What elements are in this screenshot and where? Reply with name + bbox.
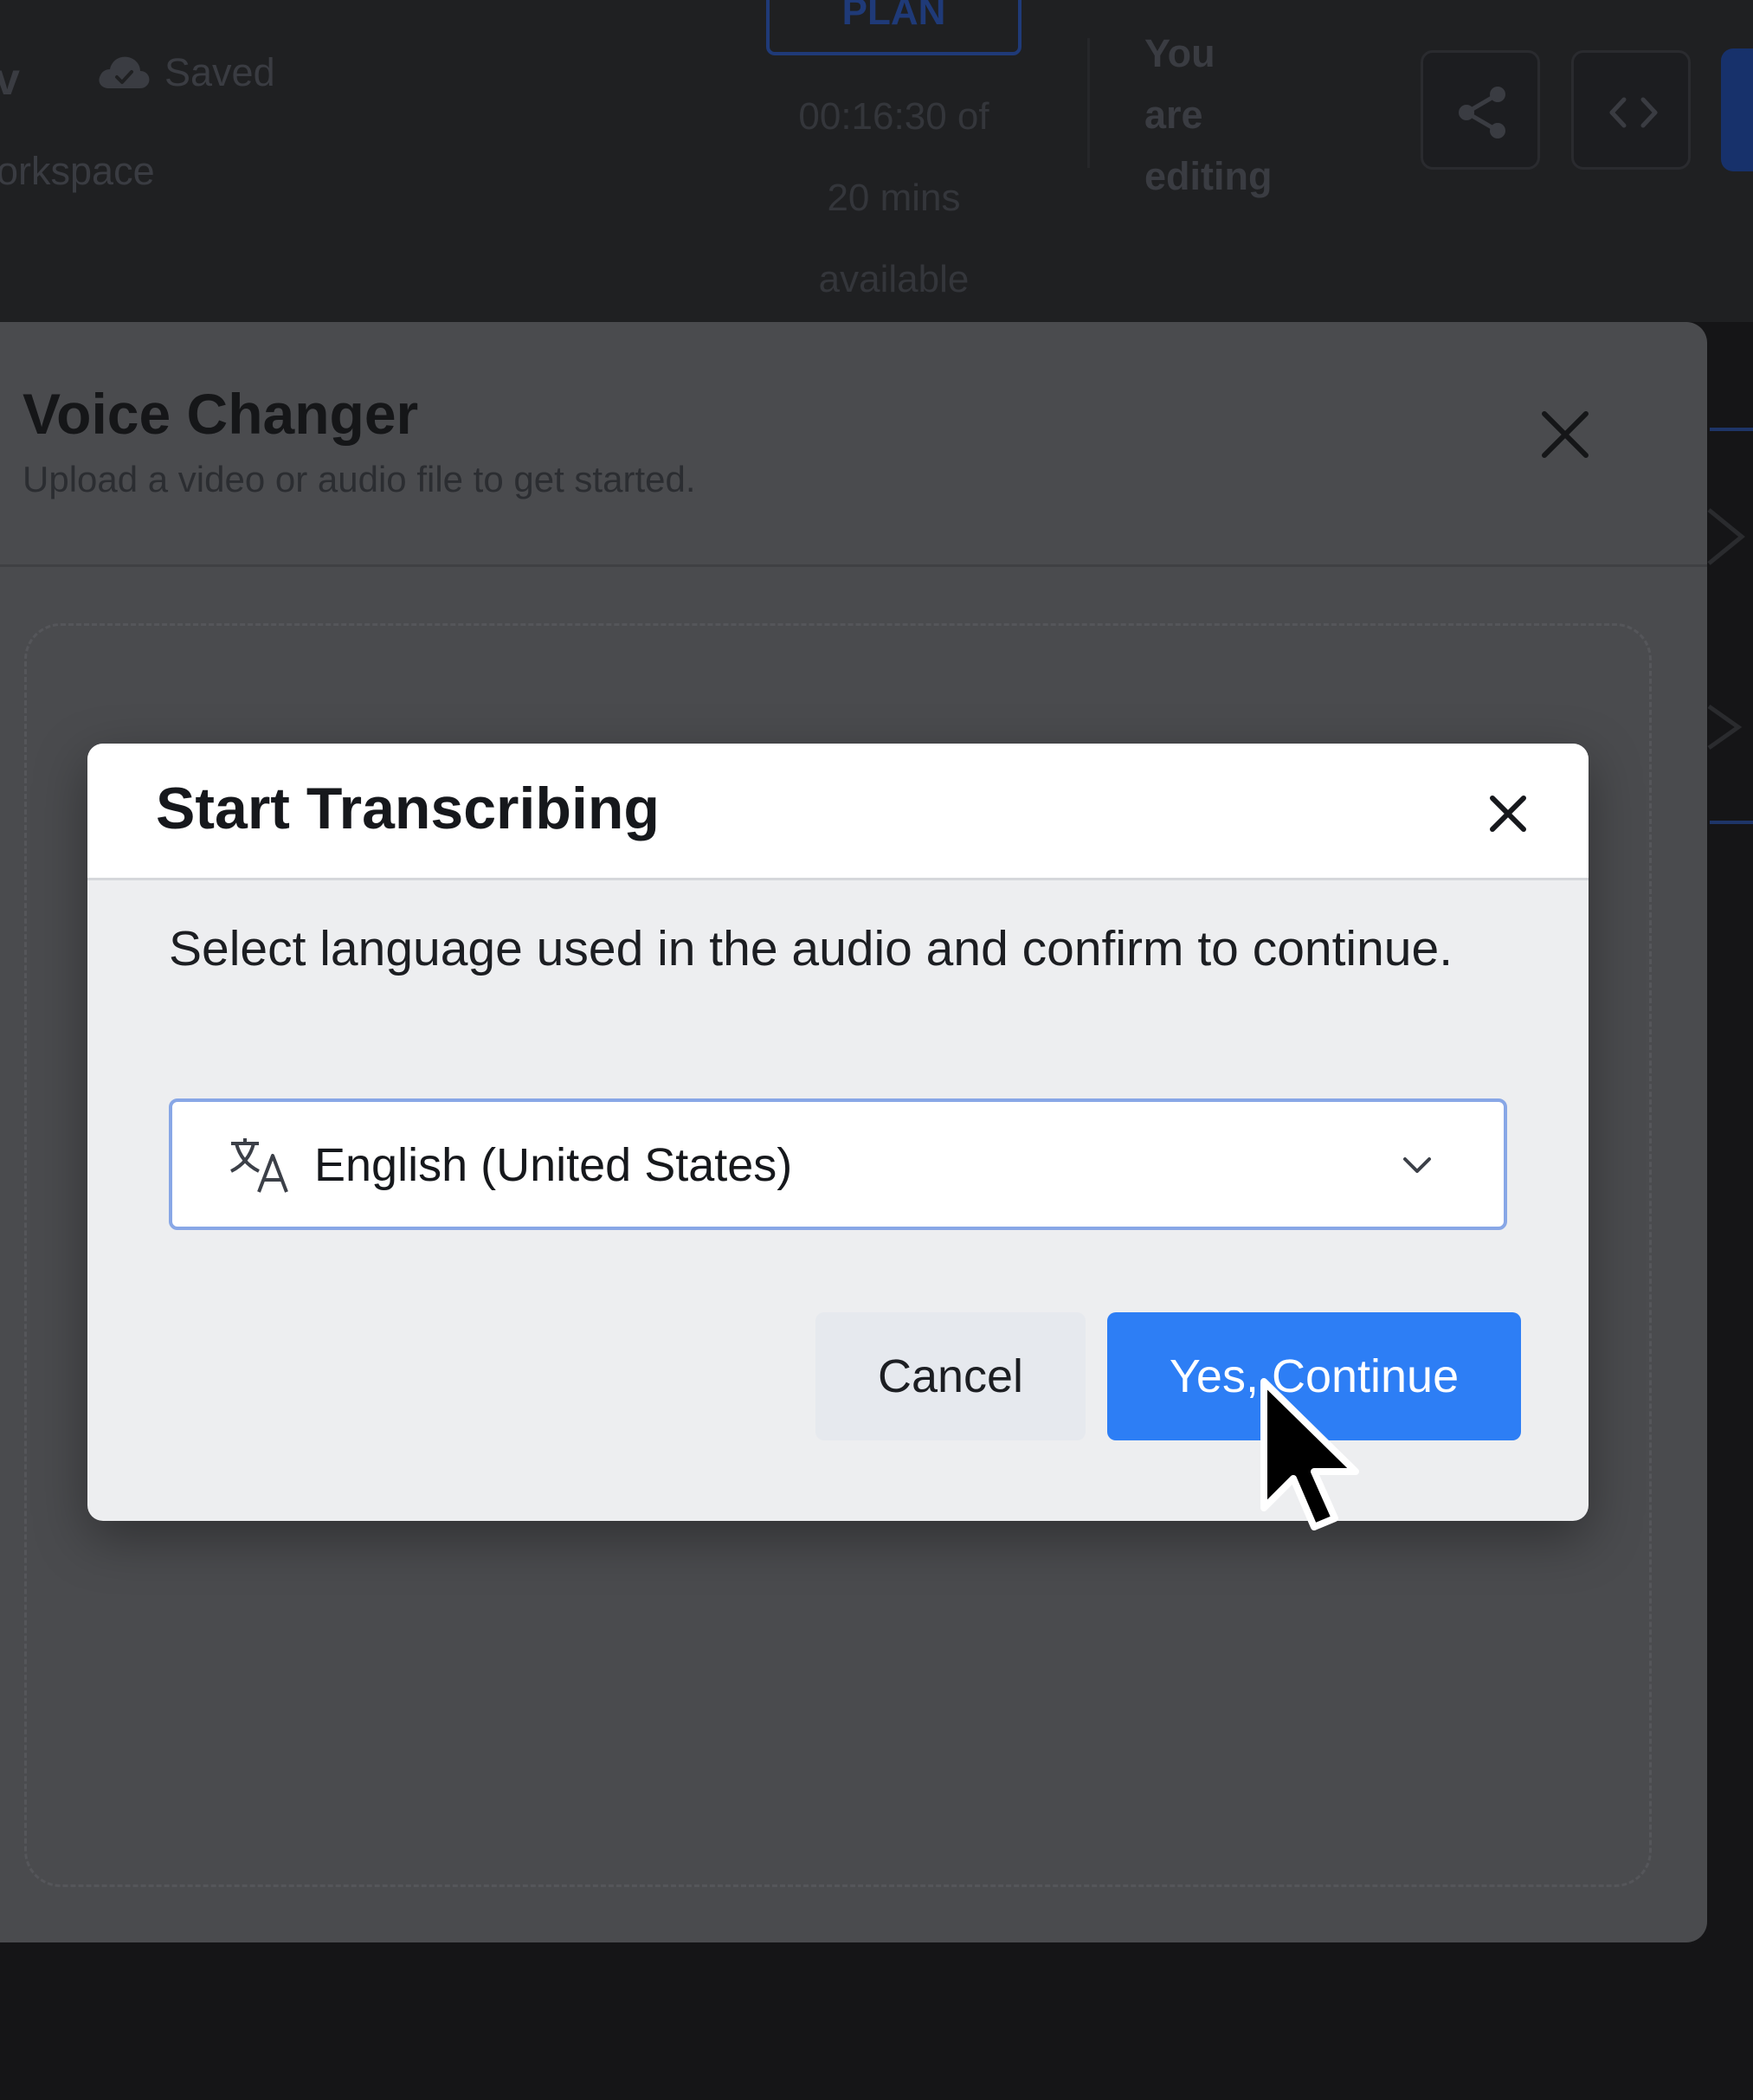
- usage-info: 00:16:30 of 20 mins available: [744, 76, 1043, 320]
- modal-divider: [0, 564, 1707, 567]
- usage-time: 00:16:30 of: [798, 95, 989, 138]
- modal-title: Voice Changer: [23, 382, 419, 446]
- editing-status: You are editing: [1144, 23, 1318, 207]
- yes-continue-button[interactable]: Yes, Continue: [1107, 1312, 1521, 1440]
- usage-limit: 20 mins: [827, 177, 961, 219]
- header-divider: [1087, 38, 1090, 168]
- project-title: v: [0, 55, 20, 105]
- share-icon: [1459, 87, 1505, 138]
- editing-line: editing: [1144, 154, 1273, 198]
- play-icon: [1707, 704, 1743, 750]
- modal-subtitle: Upload a video or audio file to get star…: [23, 459, 696, 499]
- close-icon[interactable]: [1486, 792, 1530, 835]
- chevron-right-icon: [1707, 508, 1745, 565]
- app-header: v Saved orkspace PLAN 00:16:30 of 20 min…: [0, 0, 1753, 322]
- start-transcribing-dialog: Start Transcribing Select language used …: [87, 744, 1589, 1521]
- editing-line: are: [1144, 93, 1203, 137]
- panel-edge: [1710, 428, 1753, 431]
- dialog-title: Start Transcribing: [156, 776, 660, 841]
- share-button[interactable]: [1421, 50, 1540, 170]
- embed-button[interactable]: [1571, 50, 1691, 170]
- usage-available: available: [818, 258, 970, 300]
- cancel-button[interactable]: Cancel: [815, 1312, 1086, 1440]
- workspace-label: orkspace: [0, 149, 155, 193]
- close-icon[interactable]: [1531, 400, 1600, 469]
- saved-status: Saved: [164, 50, 275, 94]
- panel-edge: [1710, 821, 1753, 824]
- chevron-down-icon: [1403, 1157, 1431, 1173]
- plan-badge[interactable]: PLAN: [766, 0, 1022, 55]
- translate-icon: [230, 1138, 288, 1193]
- editing-line: You: [1144, 31, 1215, 75]
- language-value: English (United States): [314, 1139, 793, 1191]
- language-select[interactable]: English (United States): [169, 1098, 1507, 1230]
- dialog-message: Select language used in the audio and co…: [169, 921, 1453, 976]
- cloud-icon: [99, 56, 150, 88]
- code-icon: [1609, 97, 1658, 128]
- dialog-header: Start Transcribing: [87, 744, 1589, 880]
- primary-action-button[interactable]: [1721, 48, 1753, 171]
